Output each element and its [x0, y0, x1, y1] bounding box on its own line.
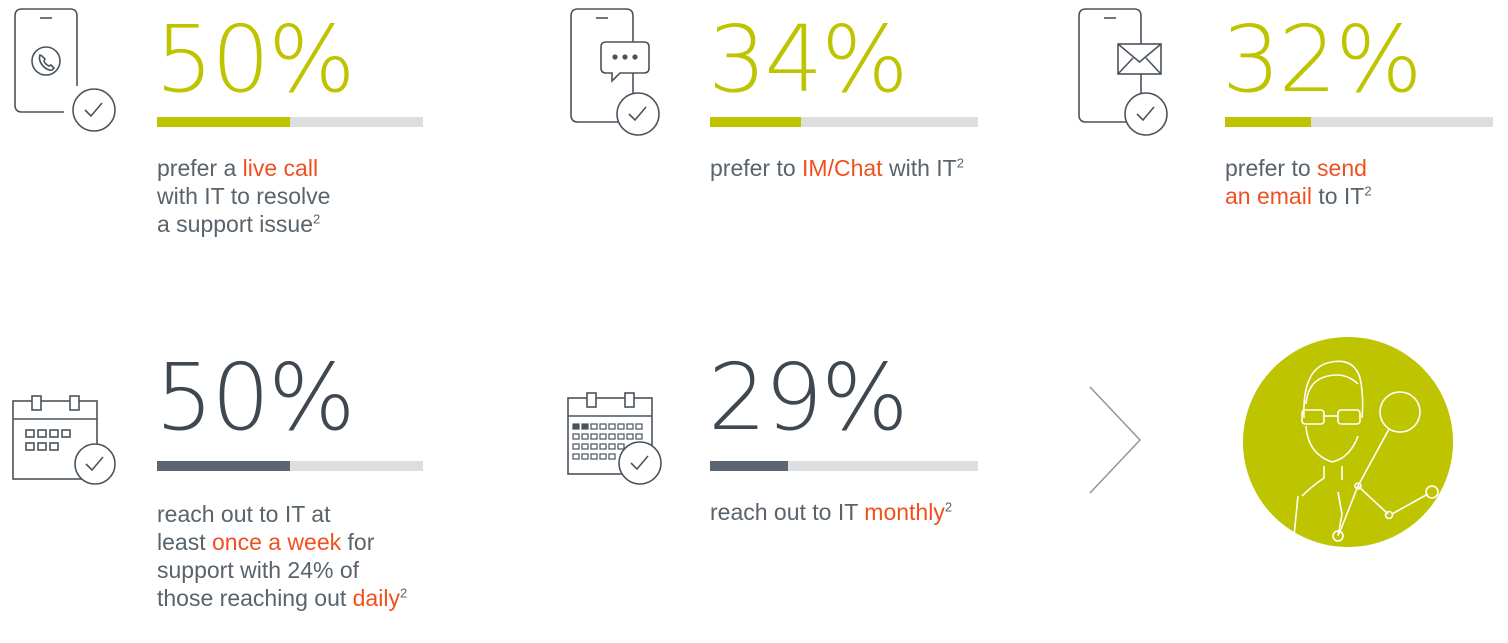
description-line: reach out to IT monthly2 [710, 498, 952, 526]
description-text: a support issue [157, 211, 313, 237]
description-text: least [157, 529, 212, 555]
stat-percent: 34% [708, 6, 908, 113]
highlight-text: daily [352, 585, 400, 611]
chevron-right-icon [1088, 385, 1148, 495]
highlight-text: an email [1225, 183, 1312, 209]
description-text: with IT [882, 155, 957, 181]
highlight-text: once a week [211, 529, 342, 555]
stat-progress-bar [157, 117, 423, 127]
description-line: an email to IT2 [1225, 182, 1372, 210]
stat-progress-bar [710, 461, 978, 471]
footnote-marker: 2 [956, 155, 964, 171]
description-line: prefer a live call [157, 154, 330, 182]
stat-progress-fill [710, 461, 788, 471]
stat-description: prefer to IM/Chat with IT2 [710, 154, 964, 182]
description-line: support with 24% of [157, 556, 407, 584]
stat-progress-fill [1225, 117, 1311, 127]
stat-percent: 29% [708, 344, 908, 451]
description-line: prefer to IM/Chat with IT2 [710, 154, 964, 182]
stat-progress-bar [157, 461, 423, 471]
footnote-marker: 2 [1364, 183, 1372, 199]
stat-percent: 50% [155, 6, 355, 113]
highlight-text: monthly [864, 499, 945, 525]
description-text: reach out to IT at [157, 501, 331, 527]
stat-description: reach out to IT monthly2 [710, 498, 952, 526]
highlight-text: send [1317, 155, 1367, 181]
description-line: prefer to send [1225, 154, 1372, 182]
stat-description: prefer a live call with IT to resolve a su… [157, 154, 330, 238]
description-line: with IT to resolve [157, 182, 330, 210]
description-text: those reaching out [157, 585, 353, 611]
description-text: for [341, 529, 375, 555]
stat-progress-fill [157, 461, 290, 471]
calendar-monthly-check-icon [565, 390, 675, 495]
description-text: reach out to IT [710, 499, 865, 525]
calendar-weekly-check-icon [10, 393, 120, 493]
highlight-text: IM/Chat [802, 155, 883, 181]
stat-progress-fill [710, 117, 802, 127]
footnote-marker: 2 [312, 211, 321, 227]
support-technician-avatar-icon [1242, 336, 1454, 548]
stat-percent: 32% [1222, 6, 1422, 113]
description-text: to IT [1311, 183, 1365, 209]
phone-email-check-icon [1076, 6, 1186, 136]
description-line: those reaching out daily2 [157, 584, 407, 612]
description-line: reach out to IT at [157, 500, 407, 528]
footnote-marker: 2 [399, 585, 408, 601]
description-line: a support issue2 [157, 210, 330, 238]
footnote-marker: 2 [944, 499, 953, 515]
stat-progress-bar [710, 117, 978, 127]
description-text: prefer a [157, 155, 243, 181]
phone-chat-check-icon [568, 6, 678, 136]
highlight-text: live call [242, 155, 319, 181]
description-text: prefer to [710, 155, 803, 181]
stat-progress-bar [1225, 117, 1493, 127]
stat-percent: 50% [155, 344, 355, 451]
description-text: with IT to resolve [157, 183, 331, 209]
description-line: least once a week for [157, 528, 407, 556]
description-text: support with 24% of [157, 557, 360, 583]
stat-description: reach out to IT at least once a week for s… [157, 500, 407, 612]
stat-description: prefer to send an email to IT2 [1225, 154, 1372, 210]
phone-call-check-icon [12, 6, 122, 132]
stat-progress-fill [157, 117, 290, 127]
description-text: prefer to [1225, 155, 1318, 181]
